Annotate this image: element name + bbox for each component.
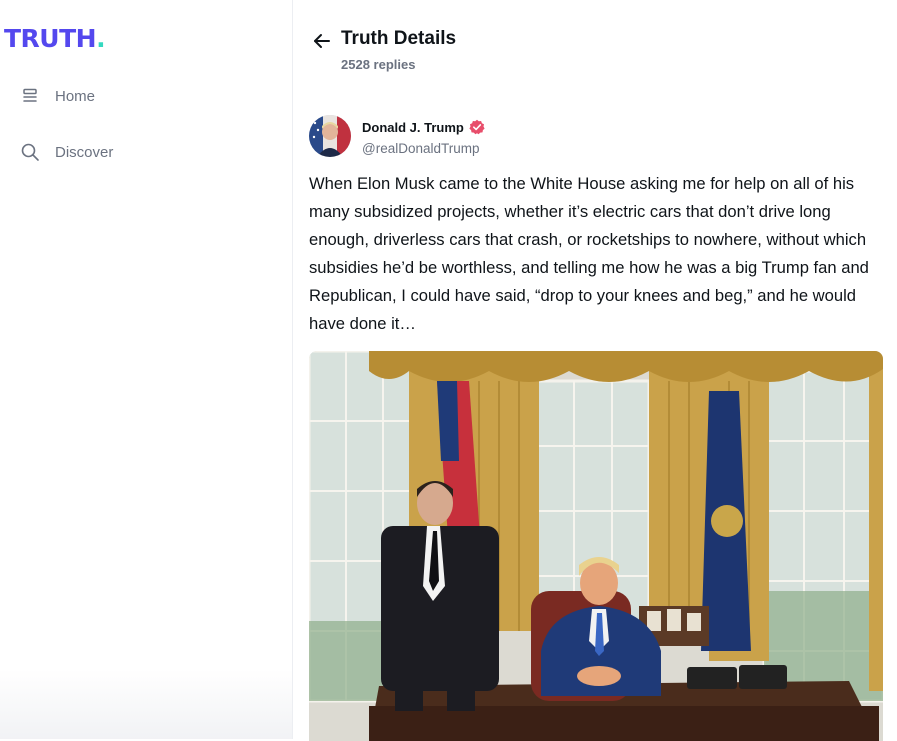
truth-logo[interactable]: TRUTH. (4, 24, 106, 53)
author-handle[interactable]: @realDonaldTrump (362, 141, 480, 156)
sidebar-item-home[interactable]: Home (20, 86, 95, 106)
page-header: Truth Details 2528 replies (293, 0, 897, 92)
page-title: Truth Details (341, 28, 457, 49)
home-icon (20, 86, 40, 106)
author-name-text: Donald J. Trump (362, 119, 464, 135)
sidebar-item-label: Discover (55, 143, 114, 161)
reply-count: 2528 replies (341, 57, 416, 72)
search-icon (20, 142, 40, 162)
back-button[interactable] (311, 30, 333, 52)
post-image[interactable] (309, 351, 883, 741)
arrow-left-icon (314, 34, 330, 48)
post-text: When Elon Musk came to the White House a… (309, 174, 869, 333)
avatar[interactable] (309, 115, 351, 157)
verified-badge-icon (469, 119, 485, 135)
author-name[interactable]: Donald J. Trump (362, 119, 485, 135)
sidebar-fade (0, 669, 292, 739)
sidebar-item-label: Home (55, 87, 96, 105)
main-column: Truth Details 2528 replies Donald J. Tru… (293, 0, 897, 741)
sidebar-item-discover[interactable]: Discover (20, 142, 113, 162)
sidebar: TRUTH. Home Discover (0, 0, 293, 739)
